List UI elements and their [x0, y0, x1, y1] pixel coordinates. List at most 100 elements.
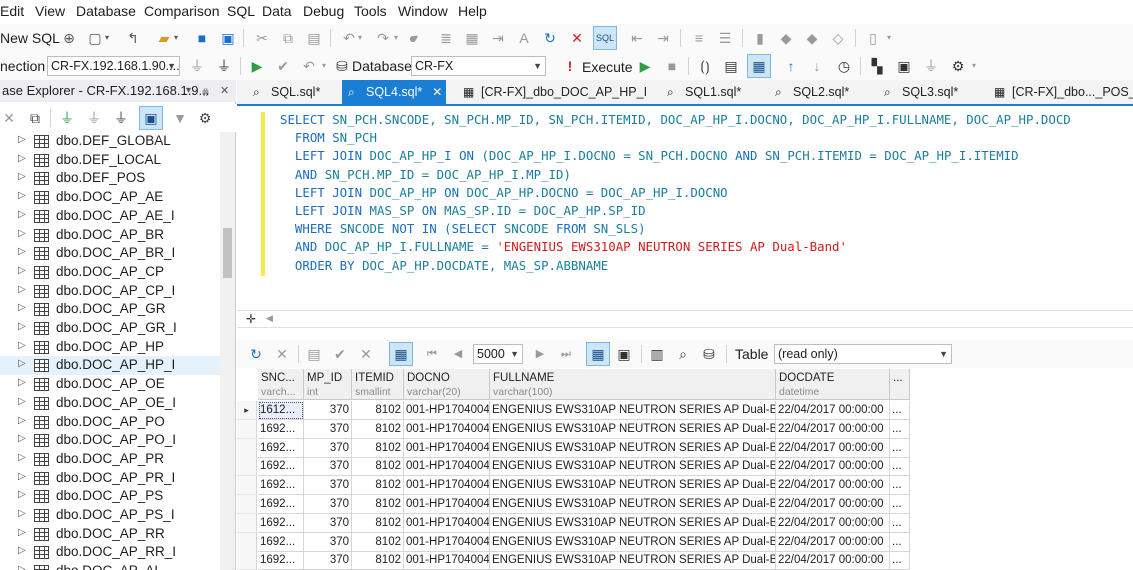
document-tab[interactable]: ▦ [CR-FX]_dbo..._POS_PI: [988, 80, 1133, 104]
document-icon[interactable]: ▯: [864, 29, 882, 47]
settings-icon[interactable]: ⚙: [196, 109, 214, 127]
column-header[interactable]: DOCDATE datetime: [776, 369, 890, 400]
indent-right-icon[interactable]: ⇥: [654, 29, 672, 47]
last-page-icon[interactable]: ⏭: [557, 345, 575, 363]
grid-cell[interactable]: 001-HP1704004: [404, 401, 490, 420]
new-sql-button[interactable]: New SQL: [0, 30, 60, 46]
tree-item[interactable]: ▷ dbo.DOC_AP_AI: [0, 562, 220, 570]
first-page-icon[interactable]: ⏮: [423, 345, 441, 363]
tree-item[interactable]: ▷ dbo.DOC_AP_OE: [0, 375, 220, 394]
cancel-icon[interactable]: ✕: [273, 345, 291, 363]
row-indicator[interactable]: [237, 476, 257, 496]
scrollbar-thumb[interactable]: [223, 228, 232, 278]
grid-cell[interactable]: 8102: [352, 513, 404, 533]
expand-icon[interactable]: ▷: [18, 564, 26, 570]
expand-icon[interactable]: ▷: [18, 527, 26, 538]
grid-cell[interactable]: ENGENIUS EWS310AP NEUTRON SERIES AP Dual…: [490, 551, 776, 570]
tree-item[interactable]: ▷ dbo.DOC_AP_CP: [0, 263, 220, 282]
commit-icon[interactable]: ✔: [274, 57, 292, 75]
grid-results-icon[interactable]: ▦: [747, 54, 771, 78]
database-select[interactable]: CR-FX ▼: [411, 56, 546, 76]
grid-cell[interactable]: 8102: [352, 457, 404, 477]
copy-icon[interactable]: ⧉: [26, 109, 44, 127]
grid-cell[interactable]: 8102: [352, 401, 404, 420]
menu-comparison[interactable]: Comparison: [144, 3, 219, 19]
menu-sql[interactable]: SQL: [227, 3, 255, 19]
close-icon[interactable]: ✕: [220, 80, 229, 102]
start-transaction-icon[interactable]: ▶: [248, 57, 266, 75]
new-object-icon[interactable]: ↰: [124, 29, 142, 47]
discard-icon[interactable]: ✕: [357, 345, 375, 363]
grid-cell[interactable]: 1692...: [258, 419, 304, 439]
grid-cell[interactable]: ENGENIUS EWS310AP NEUTRON SERIES AP Dual…: [490, 495, 776, 514]
chevron-down-icon[interactable]: ▾: [186, 80, 191, 102]
grid-cell[interactable]: 370: [304, 495, 352, 514]
grid-cell[interactable]: 22/04/2017 00:00:00: [776, 476, 890, 496]
tree-item[interactable]: ▷ dbo.DOC_AP_BR: [0, 226, 220, 245]
grid-cell[interactable]: 001-HP1704004: [404, 476, 490, 496]
stop-icon[interactable]: ■: [663, 57, 681, 75]
grid-cell[interactable]: ENGENIUS EWS310AP NEUTRON SERIES AP Dual…: [490, 457, 776, 477]
row-indicator[interactable]: [237, 532, 257, 552]
grid-cell[interactable]: ENGENIUS EWS310AP NEUTRON SERIES AP Dual…: [490, 513, 776, 533]
row-indicator[interactable]: [237, 438, 257, 458]
new-document-icon[interactable]: ▢: [86, 29, 104, 47]
grid-cell[interactable]: ...: [890, 532, 910, 552]
expand-icon[interactable]: ▷: [18, 340, 26, 351]
expand-icon[interactable]: ▷: [18, 265, 26, 276]
tree-item[interactable]: ▷ dbo.DOC_AP_AE_I: [0, 207, 220, 226]
explorer-scrollbar[interactable]: [220, 132, 235, 570]
expand-icon[interactable]: ▷: [18, 190, 26, 201]
cut-icon[interactable]: ✂: [253, 29, 271, 47]
new-connection-icon[interactable]: ⏚: [58, 109, 76, 127]
disconnect-icon[interactable]: ⏚: [112, 109, 130, 127]
tree-item[interactable]: ▷ dbo.DOC_AP_PR: [0, 450, 220, 469]
row-indicator[interactable]: [237, 513, 257, 533]
redo-icon[interactable]: ↷: [374, 29, 392, 47]
rollback-icon[interactable]: ↶: [300, 57, 318, 75]
chevron-down-icon[interactable]: ▾: [885, 29, 893, 47]
expand-icon[interactable]: ▷: [18, 284, 26, 295]
grid-cell[interactable]: ...: [890, 457, 910, 477]
menu-tools[interactable]: Tools: [354, 3, 387, 19]
grid-cell[interactable]: 001-HP1704004: [404, 551, 490, 570]
grid-cell[interactable]: 1692...: [258, 438, 304, 458]
grid-cell[interactable]: 22/04/2017 00:00:00: [776, 513, 890, 533]
expand-icon[interactable]: ▷: [18, 228, 26, 239]
grid-cell[interactable]: 370: [304, 419, 352, 439]
image-icon[interactable]: ▣: [895, 57, 913, 75]
grid-cell[interactable]: 8102: [352, 476, 404, 496]
tree-item[interactable]: ▷ dbo.DEF_LOCAL: [0, 151, 220, 170]
row-indicator[interactable]: [237, 419, 257, 439]
options-icon[interactable]: ⚙: [949, 57, 967, 75]
grid-cell[interactable]: 001-HP1704004: [404, 457, 490, 477]
new-query-icon[interactable]: ⊕: [60, 29, 78, 47]
grid-cell[interactable]: 001-HP1704004: [404, 495, 490, 514]
export-icon[interactable]: ⛁: [700, 345, 718, 363]
grid-cell[interactable]: ENGENIUS EWS310AP NEUTRON SERIES AP Dual…: [490, 419, 776, 439]
document-tab[interactable]: ⌕ SQL2.sql*: [769, 80, 857, 104]
tree-item[interactable]: ▷ dbo.DOC_AP_PS_I: [0, 506, 220, 525]
grid-cell[interactable]: 1692...: [258, 495, 304, 514]
column-header[interactable]: ITEMID smallint: [352, 369, 404, 400]
row-indicator[interactable]: [237, 495, 257, 514]
plug-icon[interactable]: ⏚: [85, 109, 103, 127]
document-tab[interactable]: ⌕ SQL.sql*: [247, 80, 328, 104]
tree-item[interactable]: ▷ dbo.DOC_AP_CP_I: [0, 282, 220, 301]
search-icon[interactable]: ⌕: [674, 345, 692, 363]
prev-bookmark-icon[interactable]: ◆: [777, 29, 795, 47]
tree-item[interactable]: ▷ dbo.DOC_AP_OE_I: [0, 394, 220, 413]
tree-item[interactable]: ▷ dbo.DOC_AP_PS: [0, 487, 220, 506]
menu-debug[interactable]: Debug: [303, 3, 344, 19]
grid-cell[interactable]: 370: [304, 513, 352, 533]
grid-cell[interactable]: 370: [304, 476, 352, 496]
copy-icon[interactable]: ⧉: [279, 29, 297, 47]
expand-icon[interactable]: ▷: [18, 321, 26, 332]
grid-cell[interactable]: ...: [890, 513, 910, 533]
document-tab[interactable]: ▦ [CR-FX]_dbo_DOC_AP_HP_I: [457, 80, 655, 104]
chevron-down-icon[interactable]: ▾: [412, 29, 420, 47]
filter-toggle-icon[interactable]: ▣: [139, 106, 163, 130]
column-header[interactable]: ...: [890, 369, 910, 400]
expand-icon[interactable]: ▷: [18, 471, 26, 482]
next-page-icon[interactable]: ▶: [531, 345, 549, 363]
